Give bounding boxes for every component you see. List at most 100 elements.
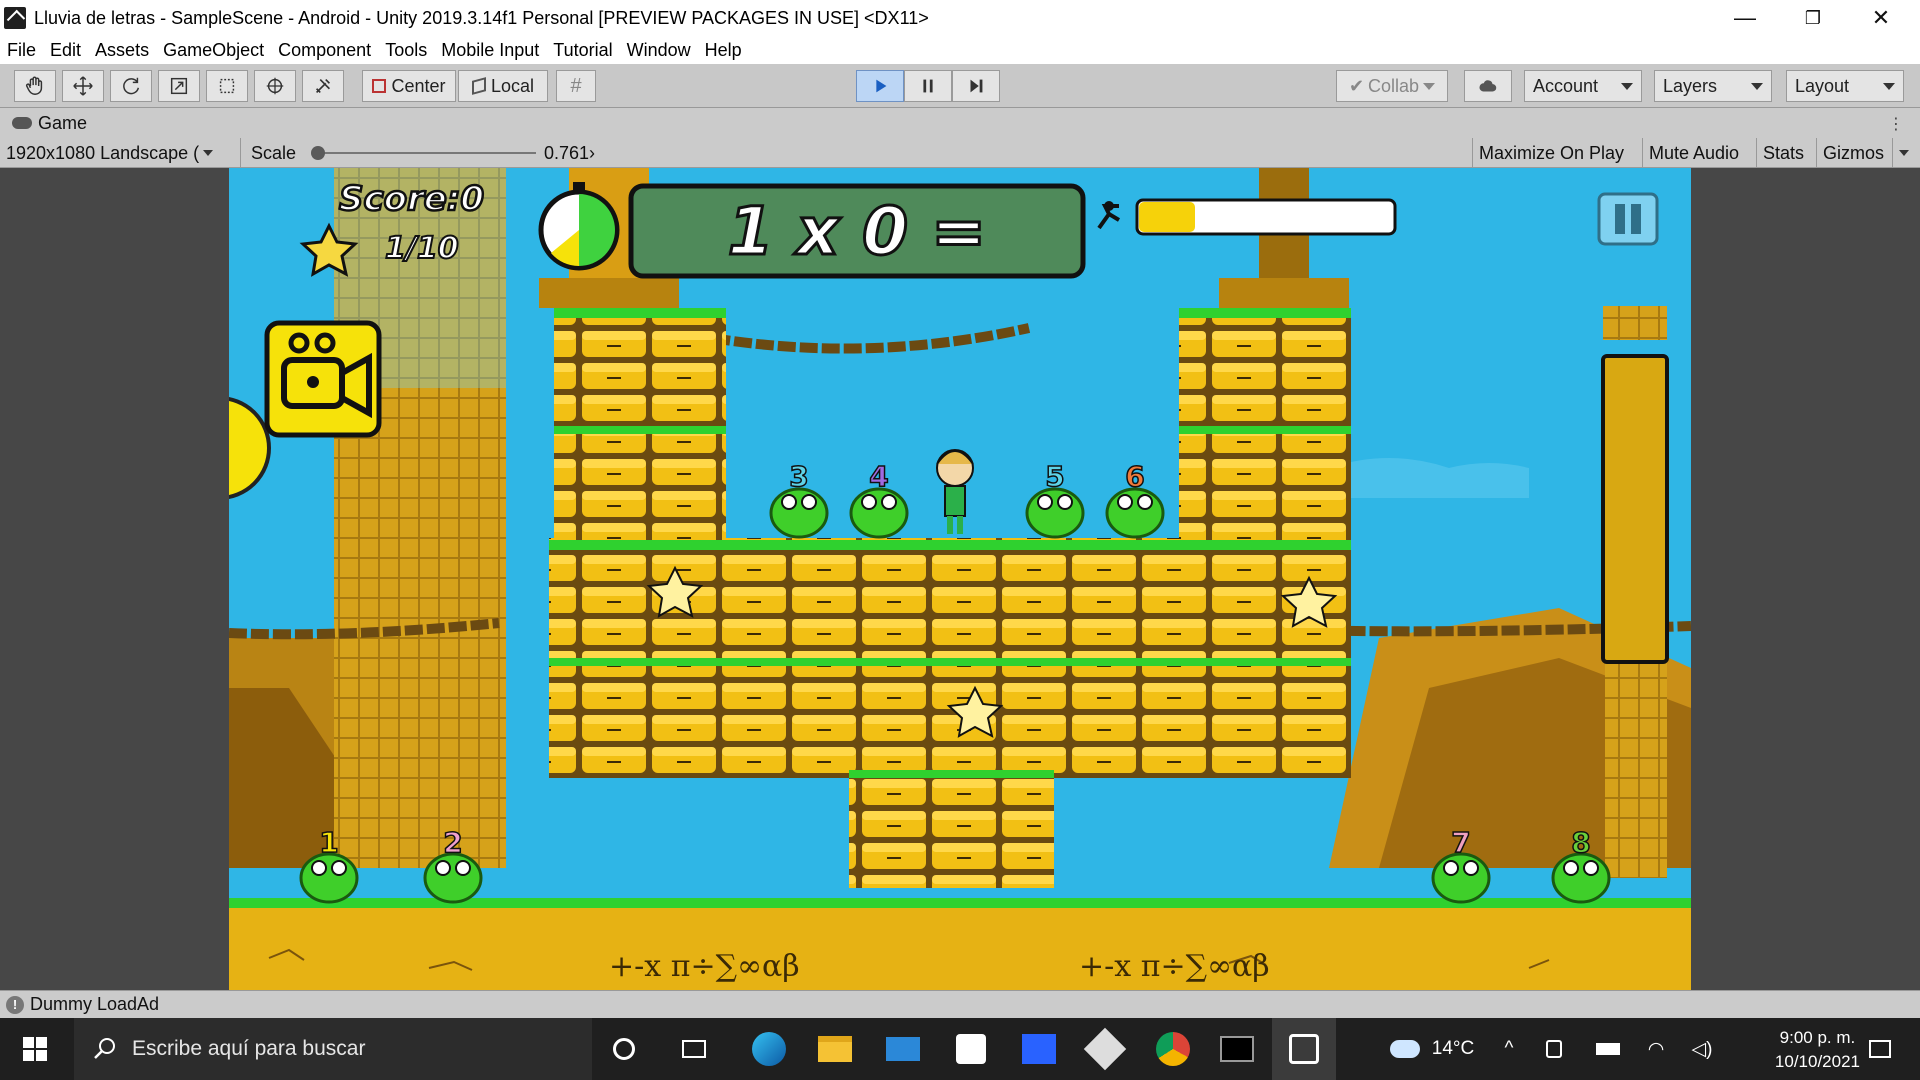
layout-label: Layout (1795, 75, 1850, 96)
rotate-icon (123, 77, 140, 95)
scale-tool-button[interactable] (158, 70, 200, 102)
tower-cap (1603, 306, 1667, 340)
taskbar-chrome[interactable] (1142, 1018, 1204, 1080)
pivot-local-button[interactable]: Local (458, 70, 548, 102)
kebab-menu-icon[interactable]: ⋮ (1888, 114, 1904, 134)
taskbar-edge[interactable] (738, 1018, 800, 1080)
unity-icon (1289, 1034, 1319, 1064)
taskbar-mail[interactable] (872, 1018, 934, 1080)
scale-label: Scale (240, 138, 296, 168)
folder-icon (818, 1036, 852, 1062)
taskbar-file-explorer[interactable] (804, 1018, 866, 1080)
menu-edit[interactable]: Edit (43, 40, 88, 61)
resolution-label: 1920x1080 Landscape ( (6, 142, 200, 163)
stats-toggle[interactable]: Stats (1756, 138, 1810, 168)
step-button[interactable] (952, 70, 1000, 102)
layout-dropdown[interactable]: Layout (1786, 70, 1904, 102)
rotate-tool-button[interactable] (110, 70, 152, 102)
start-button[interactable] (0, 1018, 70, 1080)
star-count: 1/10 (385, 231, 459, 266)
cortana-button[interactable] (596, 1018, 652, 1080)
hand-icon (26, 76, 43, 95)
game-pause-button[interactable] (1597, 192, 1659, 246)
battery-icon[interactable] (1584, 1018, 1632, 1080)
rect-transform-icon (219, 78, 235, 94)
account-label: Account (1533, 75, 1599, 96)
taskbar-inkscape[interactable] (1074, 1018, 1136, 1080)
menu-gameobject[interactable]: GameObject (156, 40, 271, 61)
chevron-down-icon (1883, 82, 1895, 90)
game-view-toolbar: 1920x1080 Landscape ( Scale 0.761 › Maxim… (0, 138, 1920, 168)
weather-widget[interactable]: 14°C (1372, 1018, 1492, 1080)
menu-assets[interactable]: Assets (88, 40, 156, 61)
meet-now-icon[interactable] (1530, 1018, 1578, 1080)
svg-text:6: 6 (1125, 460, 1144, 493)
play-icon (876, 79, 887, 93)
menu-tools[interactable]: Tools (378, 40, 434, 61)
pause-button[interactable] (904, 70, 952, 102)
taskbar-clock[interactable]: 9:00 p. m. 10/10/2021 (1775, 1026, 1860, 1074)
menu-window[interactable]: Window (620, 40, 698, 61)
wifi-icon[interactable]: ◠ (1634, 1018, 1678, 1080)
volume-icon[interactable]: ◁) (1680, 1018, 1724, 1080)
rect-tool-button[interactable] (206, 70, 248, 102)
cortana-icon (613, 1038, 635, 1060)
hand-tool-button[interactable] (14, 70, 56, 102)
layers-label: Layers (1663, 75, 1718, 96)
notifications-icon[interactable] (1850, 1018, 1910, 1080)
move-arrows-icon (73, 76, 93, 96)
search-icon (94, 1038, 115, 1059)
menu-tutorial[interactable]: Tutorial (546, 40, 619, 61)
taskbar-search-box[interactable]: Escribe aquí para buscar (74, 1018, 592, 1080)
taskbar-unity-editor[interactable] (1272, 1018, 1336, 1080)
close-button[interactable]: ✕ (1846, 0, 1916, 36)
task-view-button[interactable] (664, 1018, 724, 1080)
gizmos-toggle[interactable]: Gizmos (1816, 138, 1890, 168)
resolution-dropdown[interactable]: 1920x1080 Landscape ( (6, 138, 238, 168)
minimize-button[interactable]: — (1710, 0, 1780, 36)
taskbar-visual-studio[interactable] (1008, 1018, 1070, 1080)
custom-tool-button[interactable] (302, 70, 344, 102)
pivot-center-button[interactable]: Center (362, 70, 456, 102)
game-scene: +-x π÷∑∞αβ +-x π÷∑∞αβ 1 x 0 = Score:0 1/… (229, 168, 1691, 990)
cloud-icon (1389, 1040, 1420, 1058)
gizmos-dropdown[interactable] (1892, 138, 1915, 168)
svg-text:8: 8 (1571, 826, 1590, 859)
scale-icon (170, 77, 188, 95)
console-status-bar[interactable]: ! Dummy LoadAd (0, 990, 1920, 1018)
clock-time: 9:00 p. m. (1779, 1028, 1856, 1047)
cloud-button[interactable] (1464, 70, 1512, 102)
mail-icon (886, 1037, 920, 1061)
task-view-icon (682, 1040, 706, 1058)
svg-text:4: 4 (869, 460, 888, 493)
chevron-up-icon[interactable]: ^ (1494, 1018, 1524, 1080)
collab-dropdown[interactable]: ✔ Collab (1336, 70, 1448, 102)
scale-slider-track[interactable] (318, 152, 536, 154)
taskbar-terminal[interactable] (1206, 1018, 1268, 1080)
menu-mobile-input[interactable]: Mobile Input (434, 40, 546, 61)
mute-audio-toggle[interactable]: Mute Audio (1642, 138, 1745, 168)
step-icon (970, 79, 983, 93)
svg-text:2: 2 (443, 826, 462, 859)
maximize-button[interactable]: ❐ (1778, 0, 1848, 36)
menu-help[interactable]: Help (698, 40, 749, 61)
tab-game[interactable]: Game (38, 113, 87, 134)
scale-slider-knob[interactable] (311, 146, 325, 160)
video-camera-icon[interactable] (264, 320, 382, 438)
taskbar-unity-hub[interactable] (940, 1018, 1002, 1080)
game-viewport[interactable]: +-x π÷∑∞αβ +-x π÷∑∞αβ 1 x 0 = Score:0 1/… (229, 168, 1691, 990)
transform-tool-button[interactable] (254, 70, 296, 102)
chevron-down-icon (1899, 150, 1909, 156)
chevron-down-icon (203, 150, 214, 156)
menu-file[interactable]: File (0, 40, 43, 61)
collab-label: Collab (1368, 75, 1420, 96)
maximize-on-play-toggle[interactable]: Maximize On Play (1472, 138, 1630, 168)
layers-dropdown[interactable]: Layers (1654, 70, 1772, 102)
pivot-icon (372, 79, 387, 93)
console-message: Dummy LoadAd (30, 994, 160, 1014)
menu-component[interactable]: Component (271, 40, 378, 61)
play-button[interactable] (856, 70, 904, 102)
grid-snap-button[interactable]: # (556, 70, 596, 102)
account-dropdown[interactable]: Account (1524, 70, 1642, 102)
move-tool-button[interactable] (62, 70, 104, 102)
